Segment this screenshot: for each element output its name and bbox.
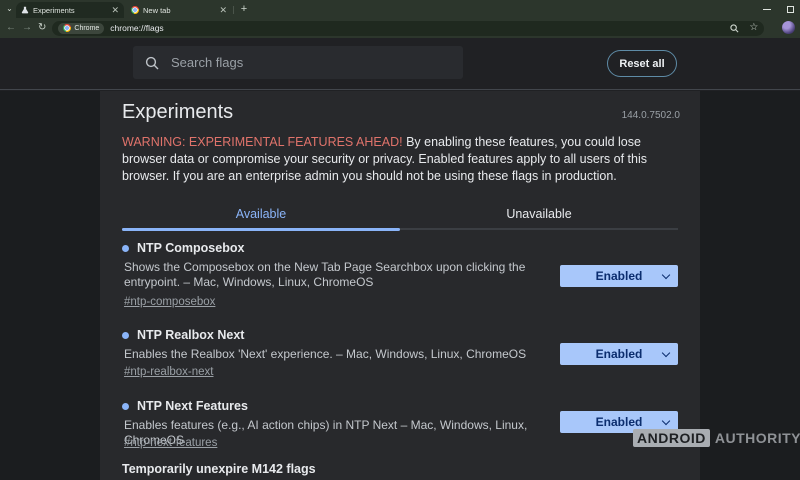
android-authority-watermark: ANDROID AUTHORITY (633, 429, 800, 447)
flag-status-dot (122, 332, 129, 339)
warning-text: WARNING: EXPERIMENTAL FEATURES AHEAD! By… (122, 134, 680, 185)
watermark-android: ANDROID (633, 429, 710, 447)
flag-dropdown[interactable]: Enabled (560, 265, 678, 287)
tab-title: New tab (143, 6, 216, 15)
flag-permalink[interactable]: #ntp-next-features (124, 437, 217, 449)
tab-new-tab[interactable]: New tab ✕ (126, 2, 232, 18)
tab-available[interactable]: Available (122, 200, 400, 228)
chip-label: Chrome (74, 25, 99, 32)
page-background: Experiments 144.0.7502.0 WARNING: EXPERI… (0, 91, 800, 480)
url-text: chrome://flags (110, 23, 163, 33)
bookmark-star-icon[interactable]: ☆ (749, 23, 758, 33)
tab-divider (233, 6, 234, 14)
forward-icon[interactable]: → (22, 23, 32, 33)
flag-name: NTP Realbox Next (137, 328, 244, 342)
flag-row-ntp-realbox-next: NTP Realbox Next Enables the Realbox 'Ne… (122, 328, 678, 342)
flag-description: Enables the Realbox 'Next' experience. –… (124, 347, 566, 362)
tab-strip: ⌄ Experiments ✕ New tab ✕ + (0, 0, 800, 18)
flag-permalink[interactable]: #ntp-realbox-next (124, 366, 214, 378)
dropdown-value: Enabled (596, 415, 643, 429)
chevron-down-icon (662, 271, 670, 279)
tab-unavailable[interactable]: Unavailable (400, 200, 678, 228)
flag-description: Shows the Composebox on the New Tab Page… (124, 260, 566, 290)
tab-search-button[interactable]: ⌄ (3, 3, 16, 15)
tab-title: Experiments (33, 6, 108, 15)
search-input[interactable] (169, 54, 451, 71)
chevron-down-icon (662, 417, 670, 425)
flag-row-ntp-next-features: NTP Next Features Enables features (e.g.… (122, 399, 678, 413)
experiments-panel: Experiments 144.0.7502.0 WARNING: EXPERI… (100, 91, 700, 480)
new-tab-button[interactable]: + (238, 3, 250, 15)
flag-row-ntp-composebox: NTP Composebox Shows the Composebox on t… (122, 241, 678, 255)
flag-name: NTP Next Features (137, 399, 248, 413)
flag-dropdown[interactable]: Enabled (560, 343, 678, 365)
flags-header-band: Reset all (0, 38, 800, 90)
active-tab-indicator (122, 228, 400, 231)
chrome-site-chip[interactable]: Chrome (58, 23, 104, 34)
tab-close-icon[interactable]: ✕ (111, 6, 119, 15)
version-number: 144.0.7502.0 (622, 110, 680, 121)
browser-toolbar: ← → ↻ Chrome chrome://flags ☆ (0, 18, 800, 38)
dropdown-value: Enabled (596, 347, 643, 361)
page-title: Experiments (122, 101, 233, 124)
search-icon (145, 56, 159, 70)
zoom-icon[interactable] (730, 24, 739, 33)
maximize-icon[interactable] (787, 6, 794, 13)
window-controls (763, 0, 794, 18)
flag-permalink[interactable]: #ntp-composebox (124, 296, 215, 308)
profile-avatar[interactable] (782, 21, 795, 34)
chevron-down-icon (662, 349, 670, 357)
availability-tabs: Available Unavailable (122, 200, 678, 230)
back-icon[interactable]: ← (6, 23, 16, 33)
watermark-authority: AUTHORITY (715, 430, 800, 446)
reload-icon[interactable]: ↻ (38, 23, 46, 33)
flag-name: NTP Composebox (137, 241, 244, 255)
search-box[interactable] (133, 46, 463, 79)
flag-status-dot (122, 403, 129, 410)
minimize-icon[interactable] (763, 9, 771, 10)
chrome-logo-icon (131, 6, 139, 14)
flag-status-dot (122, 245, 129, 252)
warning-strong: WARNING: EXPERIMENTAL FEATURES AHEAD! (122, 135, 403, 149)
flask-icon (21, 6, 29, 14)
dropdown-value: Enabled (596, 269, 643, 283)
tab-close-icon[interactable]: ✕ (219, 6, 227, 15)
reset-all-button[interactable]: Reset all (607, 50, 677, 77)
section-heading: Temporarily unexpire M142 flags (122, 462, 316, 476)
chrome-logo-icon (63, 24, 71, 32)
address-bar[interactable]: Chrome chrome://flags ☆ (52, 21, 764, 36)
tab-experiments[interactable]: Experiments ✕ (16, 2, 124, 18)
